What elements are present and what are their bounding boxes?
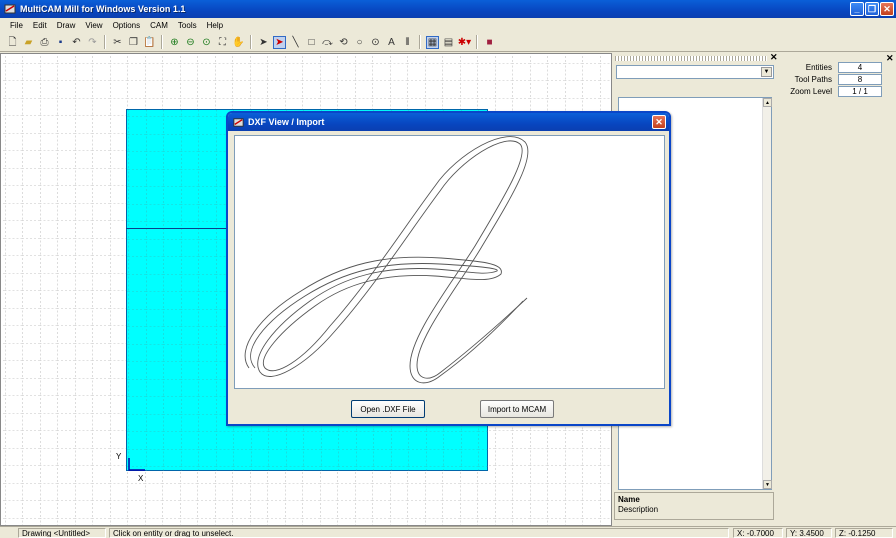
list-scrollbar[interactable]: ▲ ▼: [762, 98, 772, 489]
cut-icon[interactable]: ✂: [111, 36, 124, 49]
dxf-preview: [234, 135, 665, 389]
menu-view[interactable]: View: [80, 21, 107, 30]
menu-draw[interactable]: Draw: [52, 21, 81, 30]
save-icon[interactable]: ▪: [54, 36, 67, 49]
select-icon[interactable]: ➤: [257, 36, 270, 49]
circle-center-icon[interactable]: ⊙: [369, 36, 382, 49]
menu-options[interactable]: Options: [108, 21, 146, 30]
window-title: MultiCAM Mill for Windows Version 1.1: [20, 4, 186, 14]
dialog-app-icon: [233, 117, 244, 127]
circle-icon[interactable]: ○: [353, 36, 366, 49]
grid-icon[interactable]: ▦: [426, 35, 439, 49]
drill-icon[interactable]: ⫴: [401, 36, 414, 49]
line-icon[interactable]: ╲: [289, 36, 302, 49]
paste-icon[interactable]: 📋: [143, 36, 156, 49]
zoom-value: 1 / 1: [838, 86, 882, 97]
print-icon[interactable]: ⎙: [38, 36, 51, 49]
app-icon: [4, 4, 16, 14]
panel-close-icon[interactable]: ✕: [770, 52, 778, 63]
status-y: Y: 3.4500: [786, 528, 832, 538]
menubar: File Edit Draw View Options CAM Tools He…: [0, 18, 896, 33]
dxf-dialog: DXF View / Import ✕ Open .DXF File Impor…: [226, 111, 671, 426]
status-z: Z: -0.1250: [835, 528, 893, 538]
select-entity-icon[interactable]: ➤: [273, 35, 286, 49]
scroll-up-icon[interactable]: ▲: [763, 98, 772, 107]
toolbar-separator: [250, 35, 252, 49]
snap-icon[interactable]: ▤: [442, 36, 455, 49]
chevron-down-icon[interactable]: ▼: [761, 67, 772, 77]
copy-icon[interactable]: ❐: [127, 36, 140, 49]
zoom-extents-icon[interactable]: ⛶: [216, 36, 229, 49]
zoom-in-icon[interactable]: ⊕: [168, 36, 181, 49]
toolpaths-value: 8: [838, 74, 882, 85]
zoom-out-icon[interactable]: ⊖: [184, 36, 197, 49]
zoom-window-icon[interactable]: ⊙: [200, 36, 213, 49]
entity-dropdown[interactable]: ▼: [616, 65, 774, 79]
menu-file[interactable]: File: [5, 21, 28, 30]
text-icon[interactable]: A: [385, 36, 398, 49]
stock-edge-line: [126, 228, 226, 229]
open-icon[interactable]: ▰: [22, 36, 35, 49]
new-icon[interactable]: 🗋: [6, 36, 19, 49]
toolpath-icon[interactable]: ✱▾: [458, 36, 471, 49]
book-icon[interactable]: ■: [483, 36, 496, 49]
script-a-drawing: [244, 136, 529, 384]
x-axis-label: X: [138, 474, 144, 483]
toolbar-separator: [161, 35, 163, 49]
origin-axes: [128, 458, 145, 471]
scroll-down-icon[interactable]: ▼: [763, 480, 772, 489]
toolpaths-label: Tool Paths: [794, 75, 832, 84]
close-button[interactable]: ✕: [880, 2, 894, 16]
stats-panel: ✕ Entities 4 Tool Paths 8 Zoom Level 1 /…: [782, 53, 896, 526]
dialog-titlebar: DXF View / Import: [228, 113, 669, 131]
redo-icon[interactable]: ↷: [86, 36, 99, 49]
undo-icon[interactable]: ↶: [70, 36, 83, 49]
toolbar: 🗋 ▰ ⎙ ▪ ↶ ↷ ✂ ❐ 📋 ⊕ ⊖ ⊙ ⛶ ✋ ➤ ➤ ╲ □ ⤼ ⟲ …: [0, 33, 896, 52]
restore-button[interactable]: ❐: [865, 2, 879, 16]
toolbar-separator: [419, 35, 421, 49]
menu-help[interactable]: Help: [202, 21, 228, 30]
arc-icon[interactable]: ⤼: [321, 36, 334, 49]
panel-grip[interactable]: [615, 56, 767, 61]
status-hint: Click on entity or drag to unselect.: [109, 528, 729, 538]
toolbar-separator: [104, 35, 106, 49]
pan-icon[interactable]: ✋: [232, 36, 245, 49]
dialog-close-button[interactable]: ✕: [652, 115, 666, 129]
menu-edit[interactable]: Edit: [28, 21, 52, 30]
entities-label: Entities: [805, 63, 832, 72]
arc-3pt-icon[interactable]: ⟲: [337, 36, 350, 49]
statusbar: Drawing <Untitled> Click on entity or dr…: [0, 526, 896, 538]
window-titlebar: MultiCAM Mill for Windows Version 1.1 _ …: [0, 0, 896, 18]
description-label: Description: [618, 505, 659, 514]
name-label: Name: [618, 495, 640, 504]
zoom-label: Zoom Level: [790, 87, 832, 96]
y-axis-label: Y: [116, 452, 122, 461]
toolbar-separator: [476, 35, 478, 49]
dialog-title: DXF View / Import: [248, 117, 325, 127]
menu-cam[interactable]: CAM: [145, 21, 173, 30]
entities-value: 4: [838, 62, 882, 73]
info-box: Name Description: [614, 492, 774, 520]
minimize-button[interactable]: _: [850, 2, 864, 16]
open-dxf-button[interactable]: Open .DXF File: [351, 400, 425, 418]
import-to-mcam-button[interactable]: Import to MCAM: [480, 400, 554, 418]
rectangle-icon[interactable]: □: [305, 36, 318, 49]
status-drawing: Drawing <Untitled>: [18, 528, 106, 538]
status-x: X: -0.7000: [733, 528, 783, 538]
menu-tools[interactable]: Tools: [173, 21, 202, 30]
